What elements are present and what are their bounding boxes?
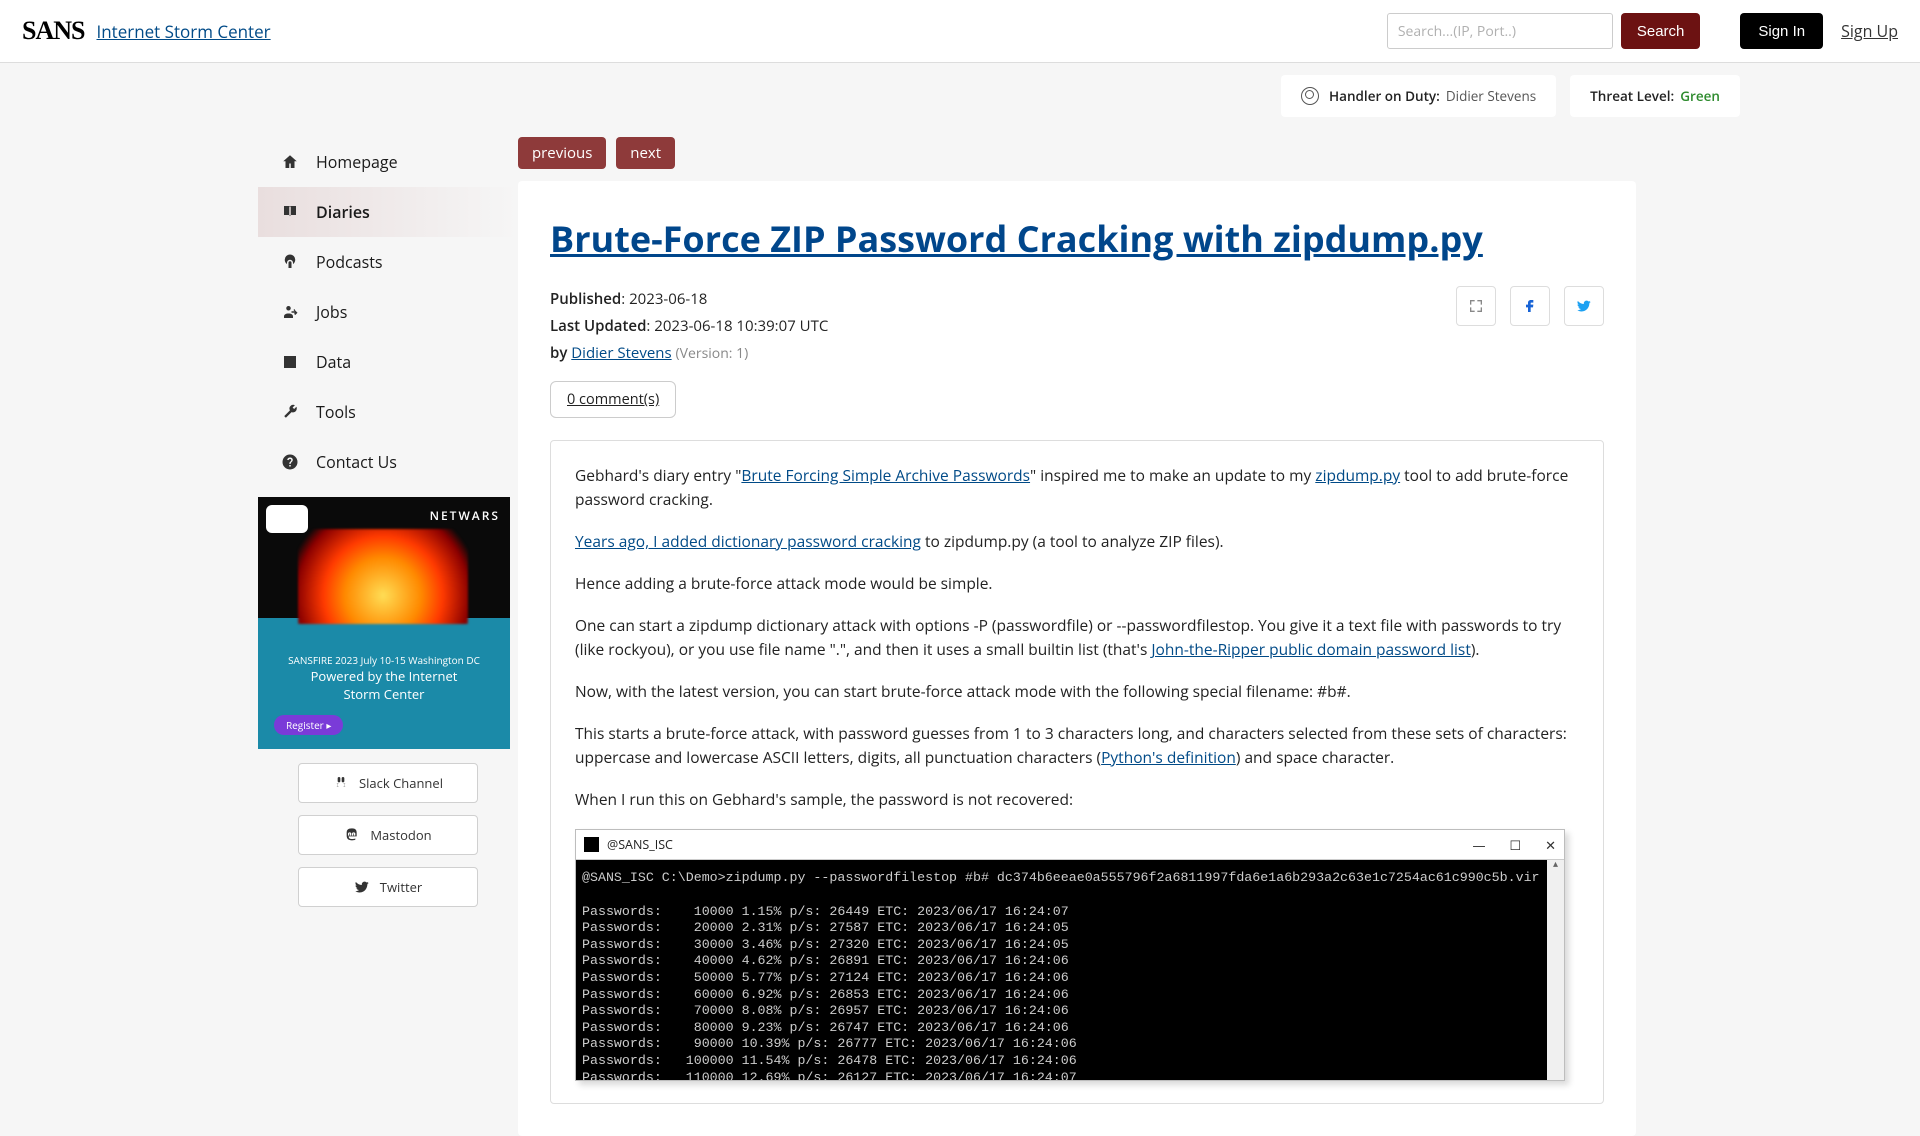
jobs-icon	[280, 302, 300, 322]
body-text: to zipdump.py (a tool to analyze ZIP fil…	[921, 530, 1224, 552]
next-button[interactable]: next	[616, 137, 675, 169]
social-label: Mastodon	[370, 826, 431, 844]
handler-value[interactable]: Didier Stevens	[1446, 87, 1536, 105]
author-link[interactable]: Didier Stevens	[571, 343, 671, 363]
sidebar-item-homepage[interactable]: Homepage	[258, 137, 518, 187]
body-text: Hence adding a brute-force attack mode w…	[575, 571, 1579, 595]
sidebar-item-label: Data	[316, 351, 351, 373]
sidebar-item-data[interactable]: Data	[258, 337, 518, 387]
cmd-icon	[584, 837, 599, 852]
podcast-icon	[280, 252, 300, 272]
promo-line1: SANSFIRE 2023 July 10-15 Washington DC	[258, 653, 510, 667]
promo-brand: NETWARS	[430, 507, 500, 524]
user-circle-icon	[1301, 87, 1319, 105]
promo-register-button[interactable]: Register ▸	[274, 715, 343, 735]
body-text: When I run this on Gebhard's sample, the…	[575, 787, 1579, 811]
sidebar-item-label: Jobs	[316, 301, 347, 323]
status-strip: Handler on Duty: Didier Stevens Threat L…	[0, 63, 1920, 117]
updated-value: 2023-06-18 10:39:07 UTC	[654, 316, 828, 336]
published-label: Published	[550, 289, 621, 309]
terminal-title-text: @SANS_ISC	[607, 835, 673, 854]
terminal-screenshot: @SANS_ISC — ☐ ✕ @SANS_ISC C:\Demo>zipdum…	[575, 829, 1565, 1081]
fullscreen-icon[interactable]	[1456, 286, 1496, 326]
terminal-body: @SANS_ISC C:\Demo>zipdump.py --passwordf…	[576, 860, 1564, 1080]
sidebar-item-diaries[interactable]: Diaries	[258, 187, 518, 237]
sidebar-item-label: Diaries	[316, 201, 370, 223]
body-text: ) and space character.	[1236, 746, 1394, 768]
sidebar-item-podcasts[interactable]: Podcasts	[258, 237, 518, 287]
sans-logo[interactable]: SANS	[22, 16, 84, 46]
promo-text: SANSFIRE 2023 July 10-15 Washington DC P…	[258, 653, 510, 703]
mastodon-button[interactable]: Mastodon	[298, 815, 478, 855]
scrollbar[interactable]	[1547, 860, 1564, 1080]
body-text: Now, with the latest version, you can st…	[575, 679, 1579, 703]
sidebar: Homepage Diaries Podcasts Jobs Data Tools Cont…	[258, 137, 518, 1136]
previous-button[interactable]: previous	[518, 137, 606, 169]
twitter-icon[interactable]	[1564, 286, 1604, 326]
fire-icon	[298, 529, 468, 624]
social-label: Twitter	[380, 878, 422, 896]
sidebar-item-jobs[interactable]: Jobs	[258, 287, 518, 337]
main-column: previous next Brute-Force ZIP Password C…	[518, 137, 1636, 1136]
body-text: This starts a brute-force attack, with p…	[575, 722, 1567, 768]
top-bar: SANS Internet Storm Center Search Sign I…	[0, 0, 1920, 63]
comments-button[interactable]: 0 comment(s)	[550, 381, 676, 418]
sidebar-item-contact-us[interactable]: Contact Us	[258, 437, 518, 487]
book-icon	[280, 202, 300, 222]
search-button[interactable]: Search	[1621, 13, 1701, 49]
sidebar-item-label: Podcasts	[316, 251, 383, 273]
social-label: Slack Channel	[359, 774, 443, 792]
twitter-button[interactable]: Twitter	[298, 867, 478, 907]
mastodon-icon	[344, 827, 360, 843]
promo-line2: Powered by the Internet	[258, 667, 510, 685]
handler-on-duty-box: Handler on Duty: Didier Stevens	[1281, 75, 1556, 117]
body-link-years-ago[interactable]: Years ago, I added dictionary password c…	[575, 530, 921, 552]
pager: previous next	[518, 137, 1636, 169]
slack-button[interactable]: Slack Channel	[298, 763, 478, 803]
body-link-python[interactable]: Python's definition	[1101, 746, 1236, 768]
share-buttons	[1456, 286, 1604, 326]
threat-level-box: Threat Level: Green	[1570, 75, 1740, 117]
body-text: Gebhard's diary entry "	[575, 464, 741, 486]
home-icon	[280, 152, 300, 172]
version-text: (Version: 1)	[676, 344, 749, 363]
slack-icon	[333, 775, 349, 791]
close-icon[interactable]: ✕	[1545, 835, 1556, 855]
article-meta: Published: 2023-06-18 Last Updated: 2023…	[550, 286, 828, 367]
body-link-john[interactable]: John-the-Ripper public domain password l…	[1151, 638, 1470, 660]
updated-label: Last Updated	[550, 316, 646, 336]
sidebar-item-tools[interactable]: Tools	[258, 387, 518, 437]
threat-label: Threat Level:	[1590, 87, 1674, 105]
promo-banner[interactable]: NETWARS SANSFIRE 2023 July 10-15 Washing…	[258, 497, 510, 749]
terminal-titlebar: @SANS_ISC — ☐ ✕	[576, 830, 1564, 860]
minimize-icon[interactable]: —	[1472, 835, 1485, 855]
threat-value[interactable]: Green	[1680, 87, 1720, 105]
body-link-brute-forcing[interactable]: Brute Forcing Simple Archive Passwords	[741, 464, 1030, 486]
site-title-link[interactable]: Internet Storm Center	[96, 20, 270, 43]
body-text: ).	[1471, 638, 1480, 660]
terminal-command: @SANS_ISC C:\Demo>zipdump.py --passwordf…	[582, 870, 1540, 885]
article-title-link[interactable]: Brute-Force ZIP Password Cracking with z…	[550, 214, 1483, 263]
facebook-icon[interactable]	[1510, 286, 1550, 326]
sign-in-button[interactable]: Sign In	[1740, 13, 1823, 49]
wrench-icon	[280, 402, 300, 422]
handler-label: Handler on Duty:	[1329, 87, 1440, 105]
sidebar-item-label: Tools	[316, 401, 356, 423]
by-label: by	[550, 343, 567, 363]
sidebar-item-label: Homepage	[316, 151, 398, 173]
article-card: Brute-Force ZIP Password Cracking with z…	[518, 181, 1636, 1136]
sidebar-item-label: Contact Us	[316, 451, 397, 473]
published-value: 2023-06-18	[629, 289, 707, 309]
help-icon	[280, 452, 300, 472]
body-link-zipdump[interactable]: zipdump.py	[1315, 464, 1400, 486]
chart-icon	[280, 352, 300, 372]
body-text: " inspired me to make an update to my	[1030, 464, 1315, 486]
search-input[interactable]	[1387, 13, 1613, 49]
maximize-icon[interactable]: ☐	[1509, 835, 1521, 855]
twitter-icon	[354, 879, 370, 895]
article-body: Gebhard's diary entry "Brute Forcing Sim…	[550, 440, 1604, 1104]
sign-up-link[interactable]: Sign Up	[1841, 20, 1898, 42]
promo-line3: Storm Center	[258, 685, 510, 703]
